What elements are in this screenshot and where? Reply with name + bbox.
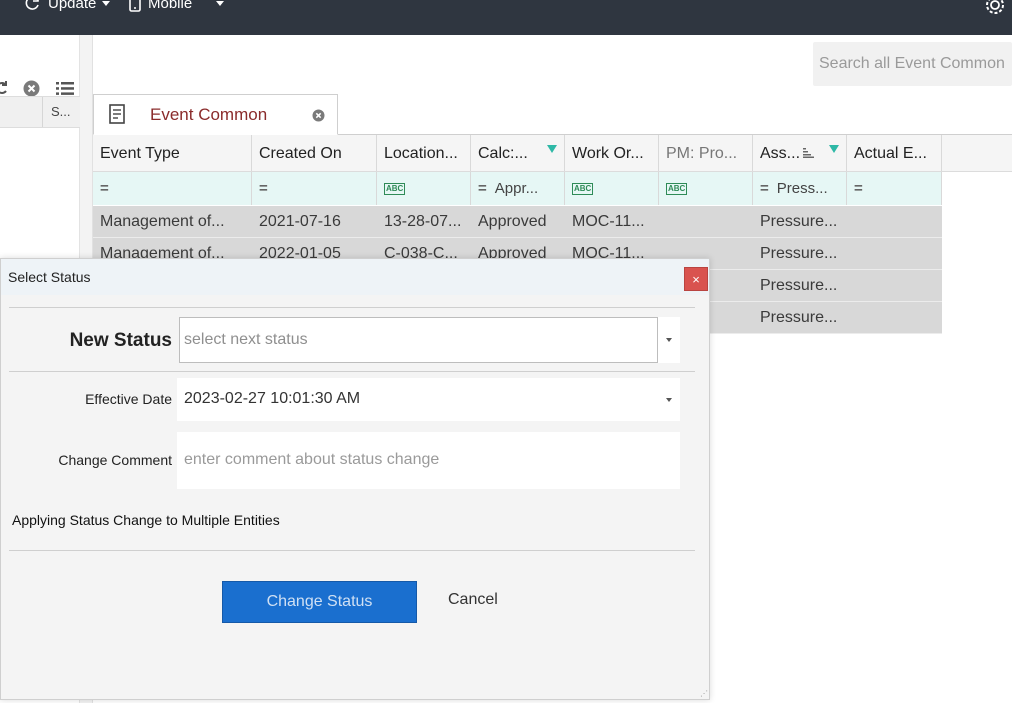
mobile-icon: [129, 0, 141, 12]
filter-event-type[interactable]: =: [93, 172, 252, 205]
chevron-down-icon[interactable]: [666, 338, 672, 342]
close-tab-icon[interactable]: [312, 109, 325, 122]
sort-icon[interactable]: [803, 148, 814, 158]
filter-location[interactable]: ABC: [377, 172, 471, 205]
equals-icon: =: [854, 180, 863, 197]
cancel-button[interactable]: Cancel: [448, 591, 498, 609]
cell-work-order: MOC-11...: [572, 213, 645, 230]
effective-date-label: Effective Date: [85, 391, 172, 407]
cell-ass: Pressure...: [760, 309, 838, 326]
col-header-actual[interactable]: Actual E...: [847, 135, 942, 171]
cell-calc: Approved: [478, 213, 547, 230]
col-header-ass[interactable]: Ass...: [753, 135, 847, 171]
equals-icon: =: [259, 180, 268, 197]
equals-icon: =: [760, 180, 769, 197]
refresh-icon[interactable]: [0, 79, 10, 97]
filter-created-on[interactable]: =: [252, 172, 377, 205]
resize-grip-icon[interactable]: ⋰: [700, 689, 708, 698]
mobile-menu[interactable]: Mobile: [128, 0, 225, 12]
col-header-ass-label: Ass...: [760, 145, 801, 162]
multi-entity-notice: Applying Status Change to Multiple Entit…: [12, 512, 280, 528]
effective-date-value: 2023-02-27 10:01:30 AM: [184, 390, 361, 407]
left-column-header[interactable]: S...: [42, 97, 71, 127]
new-status-input[interactable]: select next status: [179, 317, 658, 363]
update-menu[interactable]: Update: [24, 0, 111, 12]
equals-icon: =: [100, 180, 109, 197]
filter-icon[interactable]: [547, 145, 557, 153]
divider: [9, 307, 695, 308]
chevron-down-icon: [216, 0, 225, 6]
filter-pm[interactable]: ABC: [659, 172, 753, 205]
cell-location: 13-28-07...: [384, 213, 462, 230]
cell-ass: Pressure...: [760, 245, 838, 262]
col-header-pm[interactable]: PM: Pro...: [659, 135, 753, 171]
left-grid-header: S...: [0, 96, 80, 128]
dialog-title: Select Status: [8, 269, 91, 285]
filter-calc-value: Appr...: [494, 180, 539, 197]
table-row[interactable]: Management of... 2021-07-16 13-28-07... …: [93, 206, 942, 238]
cell-event-type: Management of...: [100, 213, 225, 230]
cell-actual: [847, 238, 942, 269]
filter-work-order[interactable]: ABC: [565, 172, 659, 205]
refresh-icon: [25, 0, 39, 10]
col-header-created-on[interactable]: Created On: [252, 135, 377, 171]
cell-actual: [847, 270, 942, 301]
clear-icon[interactable]: [23, 80, 40, 97]
select-status-dialog: Select Status × New Status select next s…: [0, 258, 710, 700]
grid-filter-row: = = ABC = Appr... ABC ABC = Press... =: [93, 172, 942, 205]
filter-ass-value: Press...: [776, 180, 828, 197]
divider: [9, 371, 695, 372]
equals-icon: =: [478, 180, 487, 197]
cell-actual: [847, 302, 942, 333]
filter-actual[interactable]: =: [847, 172, 942, 205]
text-filter-icon: ABC: [384, 183, 406, 196]
new-status-label: New Status: [69, 330, 172, 351]
filter-ass[interactable]: = Press...: [753, 172, 847, 205]
tab-title: Event Common: [150, 105, 268, 124]
col-header-location[interactable]: Location...: [377, 135, 471, 171]
divider: [9, 550, 695, 551]
cell-pm: [659, 206, 753, 237]
chevron-down-icon[interactable]: [666, 398, 672, 402]
cell-actual: [847, 206, 942, 237]
top-toolbar: Update Mobile: [0, 0, 1012, 35]
text-filter-icon: ABC: [666, 183, 688, 196]
change-status-button[interactable]: Change Status: [222, 581, 417, 623]
filter-icon[interactable]: [829, 145, 839, 153]
text-filter-icon: ABC: [572, 183, 594, 196]
cell-ass: Pressure...: [760, 213, 838, 230]
dialog-title-bar[interactable]: Select Status: [1, 259, 709, 295]
report-icon: [109, 104, 125, 124]
new-status-select[interactable]: select next status: [179, 317, 680, 363]
col-header-event-type[interactable]: Event Type: [93, 135, 252, 171]
list-icon[interactable]: [56, 81, 74, 96]
filter-calc[interactable]: = Appr...: [471, 172, 565, 205]
tab-event-common[interactable]: Event Common: [93, 94, 338, 135]
update-label: Update: [48, 0, 97, 12]
col-header-work-order[interactable]: Work Or...: [565, 135, 659, 171]
close-dialog-button[interactable]: ×: [684, 267, 708, 291]
chevron-down-icon: [102, 0, 111, 6]
cell-created-on: 2021-07-16: [259, 213, 341, 230]
col-header-calc[interactable]: Calc:...: [471, 135, 565, 171]
grid-header: Event Type Created On Location... Calc:.…: [93, 135, 1012, 172]
change-comment-label: Change Comment: [58, 452, 172, 468]
col-header-calc-label: Calc:...: [478, 145, 528, 162]
mobile-label: Mobile: [148, 0, 193, 12]
search-input[interactable]: Search all Event Common: [813, 42, 1012, 86]
gear-icon[interactable]: [982, 0, 1008, 18]
effective-date-picker[interactable]: 2023-02-27 10:01:30 AM: [177, 378, 680, 421]
cell-ass: Pressure...: [760, 277, 838, 294]
change-comment-input[interactable]: enter comment about status change: [177, 432, 680, 489]
